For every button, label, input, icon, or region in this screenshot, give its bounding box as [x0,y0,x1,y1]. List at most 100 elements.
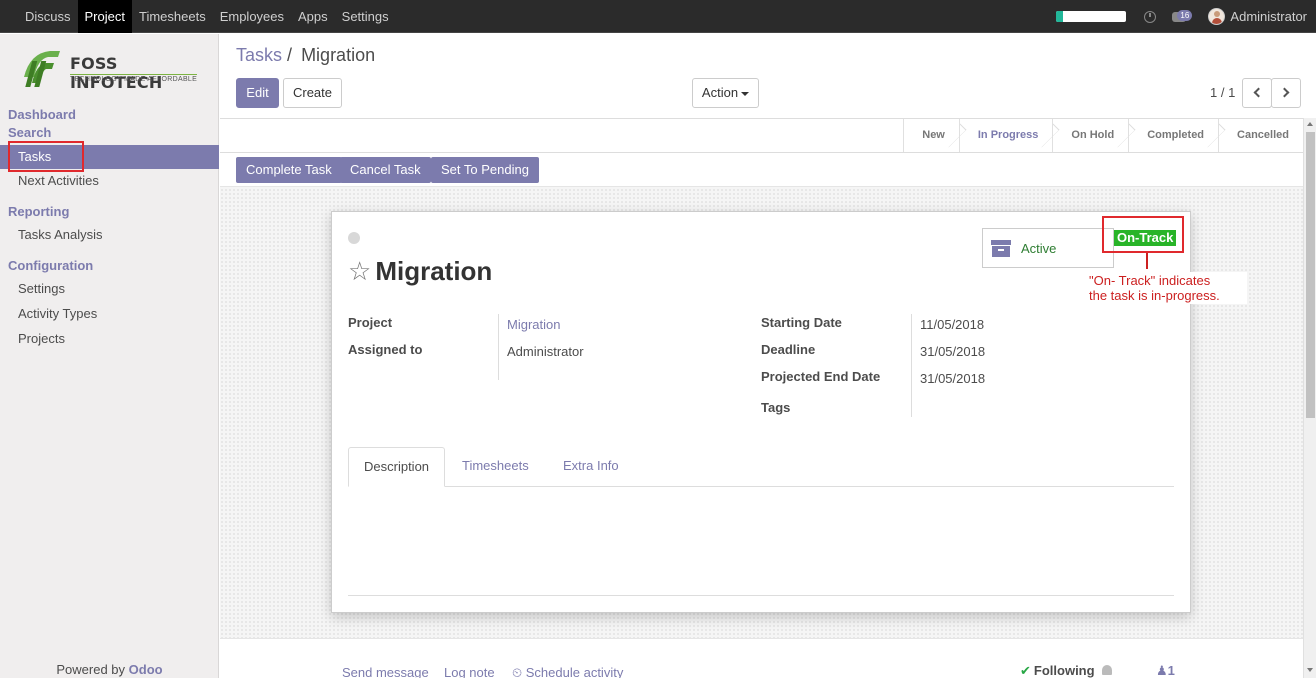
sidebar-section-configuration: Configuration [8,258,94,273]
form-view: New In Progress On Hold Completed Cancel… [220,118,1303,678]
assigned-to-label: Assigned to [348,342,423,357]
powered-prefix: Powered by [56,662,129,677]
tab-extra-info[interactable]: Extra Info [548,447,634,487]
action-buttons-row: Complete Task Cancel Task Set To Pending [220,153,1303,187]
following-label: Following [1033,663,1095,678]
annotation-callout: "On- Track" indicates the task is in-pro… [1087,272,1247,304]
sidebar-item-settings[interactable]: Settings [0,277,219,301]
sidebar-item-next-activities[interactable]: Next Activities [0,169,219,193]
schedule-activity-link[interactable]: ⏲ Schedule activity [512,665,623,678]
edit-button[interactable]: Edit [236,78,279,108]
activity-clock-icon[interactable] [1144,10,1157,23]
menu-employees[interactable]: Employees [213,0,291,33]
stage-new[interactable]: New [903,119,959,152]
starting-date-field[interactable]: 11/05/2018 [920,317,984,332]
create-button[interactable]: Create [283,78,342,108]
sidebar: FOSS INFOTECH TECHNOLOGY MADE AFFORDABLE… [0,34,219,678]
logo-tagline: TECHNOLOGY MADE AFFORDABLE [70,74,198,83]
notebook-tabs: Description Timesheets Extra Info [348,447,1174,487]
bell-icon[interactable] [1102,665,1112,675]
assigned-to-field[interactable]: Administrator [507,344,584,359]
scroll-up-icon[interactable] [1307,122,1313,126]
chatter: Send message Log note ⏲ Schedule activit… [220,638,1303,678]
menu-discuss[interactable]: Discuss [18,0,78,33]
annotation-line-2: the task is in-progress. [1089,288,1220,303]
company-logo[interactable]: FOSS INFOTECH TECHNOLOGY MADE AFFORDABLE [20,47,202,92]
schedule-activity-label: Schedule activity [525,665,624,678]
highlight-box-on-track [1102,216,1184,253]
chevron-left-icon [1253,87,1264,98]
stage-completed[interactable]: Completed [1128,119,1218,152]
stage-on-hold[interactable]: On Hold [1052,119,1128,152]
progress-fill [1056,11,1064,22]
field-separator [911,314,912,417]
highlight-box-tasks [8,141,84,172]
top-navbar: Discuss Project Timesheets Employees App… [0,0,1316,33]
stage-in-progress[interactable]: In Progress [958,119,1053,152]
user-icon: ♟ [1156,663,1168,678]
caret-down-icon [741,91,750,96]
sidebar-item-activity-types[interactable]: Activity Types [0,302,219,326]
archive-icon [991,240,1011,257]
projected-end-date-label: Projected End Date [761,369,881,384]
pager-value: 1 / 1 [1210,85,1236,100]
form-sheet: ☆ Migration Active On-Track Project Migr… [331,211,1191,613]
pager-next-button[interactable] [1271,78,1301,108]
chat-badge: 16 [1177,9,1193,21]
menu-timesheets[interactable]: Timesheets [132,0,213,33]
action-label: Action [701,85,739,100]
action-dropdown[interactable]: Action [692,78,759,108]
favorite-star-icon[interactable]: ☆ [348,259,371,285]
powered-by: Powered by Odoo [0,662,219,678]
chevron-right-icon [1279,87,1290,98]
sidebar-section-dashboard[interactable]: Dashboard [8,107,76,122]
scrollbar-thumb[interactable] [1306,132,1315,418]
user-menu[interactable]: Administrator [1230,9,1307,24]
pager-previous-button[interactable] [1242,78,1272,108]
tab-timesheets[interactable]: Timesheets [447,447,544,487]
title-row: ☆ Migration [348,256,492,287]
breadcrumb-tasks-link[interactable]: Tasks [236,45,282,65]
breadcrumb-separator: / [287,45,293,65]
projected-end-date-field[interactable]: 31/05/2018 [920,371,985,386]
set-to-pending-button[interactable]: Set To Pending [431,157,539,183]
kanban-state-dot[interactable] [348,232,360,244]
status-row: New In Progress On Hold Completed Cancel… [220,118,1303,153]
powered-brand-link[interactable]: Odoo [129,662,163,677]
sidebar-item-tasks-analysis[interactable]: Tasks Analysis [0,223,219,247]
main-menu: Discuss Project Timesheets Employees App… [18,0,396,33]
annotation-line-1: "On- Track" indicates [1089,273,1211,288]
breadcrumb-current: Migration [301,45,376,65]
deadline-field[interactable]: 31/05/2018 [920,344,985,359]
stage-cancelled[interactable]: Cancelled [1218,119,1303,152]
active-toggle-button[interactable]: Active [982,228,1114,268]
loading-progress-bar [1056,11,1127,22]
tags-label: Tags [761,400,791,415]
logo-name: FOSS INFOTECH [70,54,163,92]
systray: 16 Administrator [1056,0,1316,33]
log-note-link[interactable]: Log note [444,665,495,678]
task-title: Migration [375,256,493,286]
following-button[interactable]: ✔ Following [1020,663,1095,678]
scroll-down-icon[interactable] [1307,668,1313,672]
sidebar-section-reporting: Reporting [8,204,70,219]
stage-statusbar: New In Progress On Hold Completed Cancel… [903,119,1303,152]
complete-task-button[interactable]: Complete Task [236,157,342,183]
followers-count: 1 [1167,663,1175,678]
clock-icon: ⏲ [512,665,526,678]
chat-icon[interactable]: 16 [1172,9,1193,22]
menu-settings[interactable]: Settings [335,0,396,33]
menu-project[interactable]: Project [77,0,132,33]
project-field[interactable]: Migration [507,317,560,332]
avatar[interactable] [1208,8,1226,25]
menu-apps[interactable]: Apps [291,0,335,33]
scrollbar[interactable] [1303,118,1316,678]
sidebar-item-projects[interactable]: Projects [0,327,219,351]
starting-date-label: Starting Date [761,315,842,330]
sidebar-section-search[interactable]: Search [8,125,51,140]
send-message-link[interactable]: Send message [342,665,429,678]
cancel-task-button[interactable]: Cancel Task [340,157,431,183]
annotation-connector [1146,253,1148,269]
followers-button[interactable]: ♟1 [1156,663,1175,678]
tab-description[interactable]: Description [348,447,446,487]
